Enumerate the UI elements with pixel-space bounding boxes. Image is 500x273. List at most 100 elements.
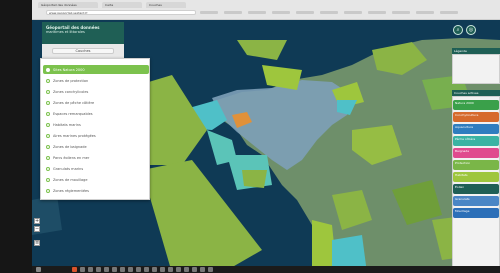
radio-icon xyxy=(46,177,50,182)
layer-panel: Couches xyxy=(42,44,124,58)
layer-item-label: Zones de protection xyxy=(53,78,89,83)
browser-tab-1[interactable]: Géoportail des données xyxy=(38,2,98,8)
app-icon[interactable] xyxy=(152,267,157,272)
start-icon[interactable] xyxy=(36,267,41,272)
app-icon[interactable] xyxy=(80,267,85,272)
bookmark[interactable] xyxy=(224,11,242,14)
radio-icon xyxy=(46,111,50,116)
layer-item[interactable]: Zones de mouillage xyxy=(43,175,149,184)
bookmark[interactable] xyxy=(440,11,458,14)
app-icon[interactable] xyxy=(200,267,205,272)
radio-icon xyxy=(46,188,50,193)
layer-dropdown-list: Sites Natura 2000 Zones de protection Zo… xyxy=(40,58,150,200)
radio-icon xyxy=(46,155,50,160)
radio-icon xyxy=(46,78,50,83)
layer-item[interactable]: Zones réglementées xyxy=(43,186,149,195)
address-bar[interactable]: www.geoportail.sextant.fr xyxy=(46,10,196,15)
layer-item-label: Zones de mouillage xyxy=(53,177,88,182)
app-icon[interactable] xyxy=(112,267,117,272)
radio-icon xyxy=(46,122,50,127)
os-taskbar xyxy=(32,266,500,273)
app-subtitle: maritimes et littorales xyxy=(46,30,85,34)
layer-item-label: Aires marines protégées xyxy=(53,133,96,138)
layer-item[interactable]: Parcs éoliens en mer xyxy=(43,153,149,162)
app-icon[interactable] xyxy=(128,267,133,272)
layer-item[interactable]: Zones de pêche côtière xyxy=(43,98,149,107)
app-icon[interactable] xyxy=(72,267,77,272)
monitor-screen: Géoportail des données Carte Couches www… xyxy=(0,0,500,273)
app-icon[interactable] xyxy=(136,267,141,272)
browser-window: Géoportail des données Carte Couches www… xyxy=(32,0,500,273)
app-icon[interactable] xyxy=(208,267,213,272)
layer-item-label: Parcs éoliens en mer xyxy=(53,155,90,160)
layer-item-label: Sites Natura 2000 xyxy=(53,67,85,72)
sea-zone xyxy=(242,170,267,188)
legend-item[interactable]: Granulats xyxy=(453,196,499,206)
minus-icon[interactable]: − xyxy=(34,226,40,232)
layer-item[interactable]: Aires marines protégées xyxy=(43,131,149,140)
right-panel: Légende Couches actives Natura 2000 Conc… xyxy=(452,48,500,273)
legend-item[interactable]: Éolien xyxy=(453,184,499,194)
legend-item[interactable]: Baignade xyxy=(453,148,499,158)
radio-icon xyxy=(46,67,50,72)
layer-item-label: Zones conchylicoles xyxy=(53,89,89,94)
legend-item[interactable]: Protection xyxy=(453,160,499,170)
app-icon[interactable] xyxy=(88,267,93,272)
sea-zone xyxy=(262,65,302,90)
app-icon[interactable] xyxy=(160,267,165,272)
radio-icon xyxy=(46,89,50,94)
browser-tab-2[interactable]: Carte xyxy=(102,2,142,8)
layer-item[interactable]: Zones conchylicoles xyxy=(43,87,149,96)
bookmark[interactable] xyxy=(320,11,338,14)
bookmark[interactable] xyxy=(248,11,266,14)
legend-item[interactable]: Pêche côtière xyxy=(453,136,499,146)
legend-item[interactable]: Natura 2000 xyxy=(453,100,499,110)
legend-item[interactable]: Conchyliculture xyxy=(453,112,499,122)
search-icon[interactable]: ⌕ xyxy=(453,25,463,35)
layer-item[interactable]: Sites Natura 2000 xyxy=(43,65,149,74)
layer-item-label: Zones de baignade xyxy=(53,144,87,149)
bookmark[interactable] xyxy=(368,11,386,14)
radio-icon xyxy=(46,144,50,149)
bookmarks-bar xyxy=(200,11,494,15)
layers-toggle-icon[interactable]: ◎ xyxy=(466,25,476,35)
legend-box xyxy=(452,54,500,84)
radio-icon xyxy=(46,133,50,138)
browser-chrome: Géoportail des données Carte Couches www… xyxy=(32,0,500,20)
tab-bar: Géoportail des données Carte Couches xyxy=(38,2,494,8)
layer-item[interactable]: Zones de baignade xyxy=(43,142,149,151)
app-icon[interactable] xyxy=(176,267,181,272)
bookmark[interactable] xyxy=(344,11,362,14)
bookmark[interactable] xyxy=(392,11,410,14)
layers-icon[interactable]: ≡ xyxy=(34,240,40,246)
layer-item[interactable]: Espaces remarquables xyxy=(43,109,149,118)
app-icon[interactable] xyxy=(104,267,109,272)
app-icon[interactable] xyxy=(192,267,197,272)
layer-item-label: Habitats marins xyxy=(53,122,81,127)
layer-item-label: Zones réglementées xyxy=(53,188,89,193)
bookmark[interactable] xyxy=(296,11,314,14)
sea-zone xyxy=(237,40,287,60)
layer-item-label: Zones de pêche côtière xyxy=(53,100,95,105)
layer-item-label: Granulats marins xyxy=(53,166,84,171)
bookmark[interactable] xyxy=(416,11,434,14)
layer-item-label: Espaces remarquables xyxy=(53,111,93,116)
layer-item[interactable]: Granulats marins xyxy=(43,164,149,173)
legend-item[interactable]: Mouillage xyxy=(453,208,499,218)
bookmark[interactable] xyxy=(200,11,218,14)
legend-item[interactable]: Aquaculture xyxy=(453,124,499,134)
app-icon[interactable] xyxy=(184,267,189,272)
app-header: Géoportail des données maritimes et litt… xyxy=(42,22,124,44)
layer-select-button[interactable]: Couches xyxy=(52,48,114,54)
layer-item[interactable]: Habitats marins xyxy=(43,120,149,129)
radio-icon xyxy=(46,100,50,105)
plus-icon[interactable]: + xyxy=(34,218,40,224)
app-icon[interactable] xyxy=(96,267,101,272)
app-icon[interactable] xyxy=(120,267,125,272)
browser-tab-3[interactable]: Couches xyxy=(146,2,186,8)
app-icon[interactable] xyxy=(168,267,173,272)
legend-item[interactable]: Habitats xyxy=(453,172,499,182)
app-icon[interactable] xyxy=(144,267,149,272)
bookmark[interactable] xyxy=(272,11,290,14)
layer-item[interactable]: Zones de protection xyxy=(43,76,149,85)
